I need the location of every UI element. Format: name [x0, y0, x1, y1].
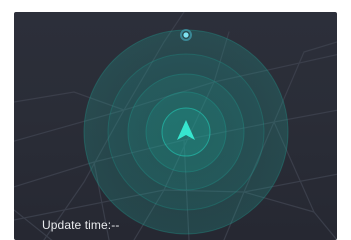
update-time-label: Update time:--	[42, 218, 120, 232]
map-panel[interactable]: Update time:--	[14, 12, 337, 240]
radar-visualization	[83, 29, 289, 235]
